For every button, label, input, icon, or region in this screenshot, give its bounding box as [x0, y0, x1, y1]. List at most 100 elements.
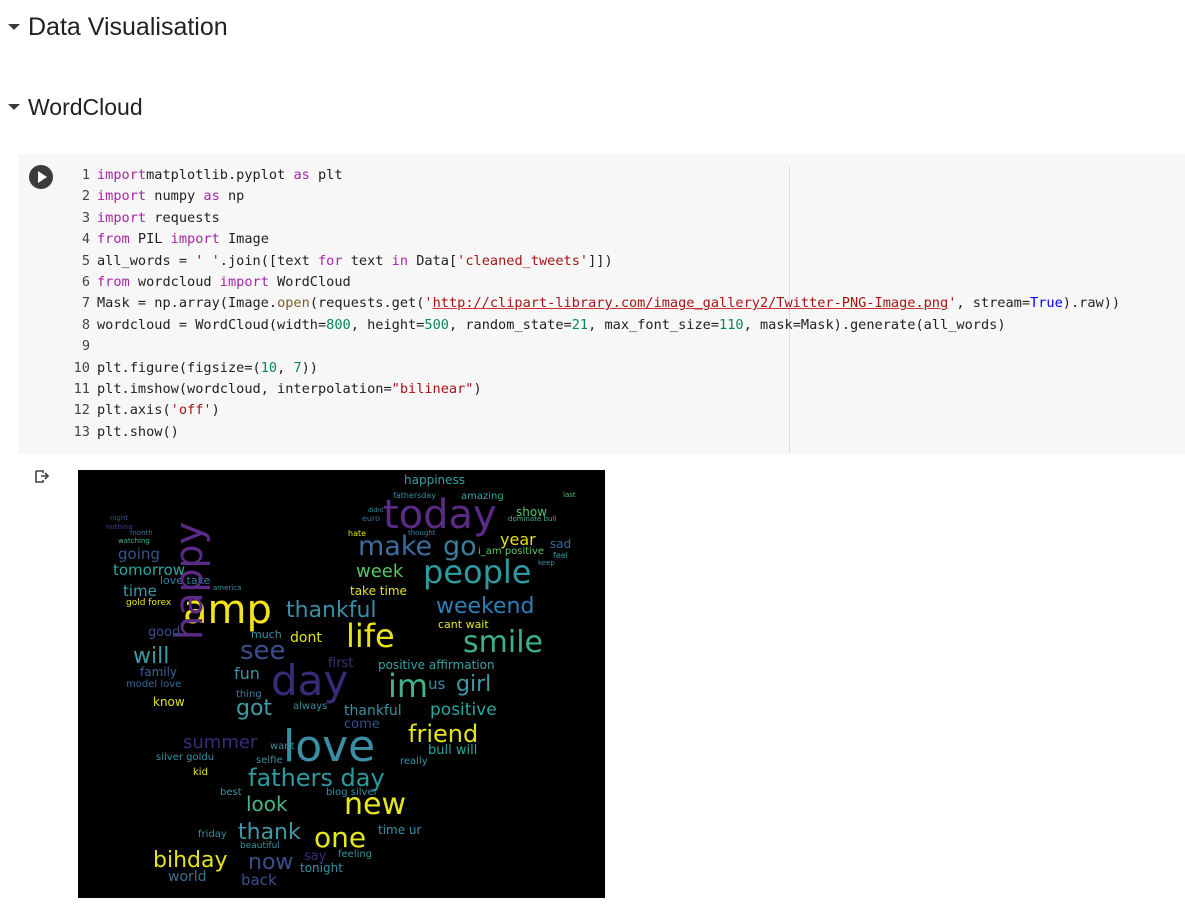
run-cell-button[interactable] — [29, 165, 53, 189]
code-token: 110 — [719, 316, 744, 333]
code-token: all_words = — [97, 252, 196, 269]
code-token: open — [277, 295, 310, 312]
code-token: as — [203, 188, 220, 205]
code-token: plt.show() — [97, 423, 179, 440]
wordcloud-word: want — [270, 741, 295, 752]
wordcloud-word: one — [314, 821, 367, 854]
code-token: import — [97, 209, 147, 226]
code-editor[interactable]: 1 importmatplotlib.pyplot as plt 2 import n… — [70, 165, 1120, 443]
code-line[interactable]: 12 plt.axis('off') — [70, 400, 1120, 421]
wordcloud-word: gold forex — [126, 598, 172, 608]
wordcloud-word: day — [271, 656, 349, 705]
section-header-data-visualisation[interactable]: Data Visualisation — [0, 12, 228, 42]
code-token: from — [97, 231, 130, 248]
code-token: text — [342, 252, 392, 269]
section-header-wordcloud[interactable]: WordCloud — [0, 92, 143, 122]
line-number: 2 — [81, 188, 90, 205]
code-token: 7 — [293, 359, 302, 376]
wordcloud-word: happy — [167, 521, 211, 640]
wordcloud-word: best — [220, 787, 242, 798]
wordcloud-word: got — [236, 696, 273, 721]
wordcloud-word: good — [148, 625, 181, 640]
code-line[interactable]: 3 import requests — [70, 208, 1120, 229]
code-token: ' ' — [195, 252, 220, 269]
wordcloud-word: month — [130, 529, 153, 537]
code-token: 'off' — [170, 402, 212, 419]
wordcloud-word: make — [358, 531, 433, 562]
line-number: 11 — [73, 381, 90, 398]
wordcloud-word: always — [293, 701, 328, 712]
line-number: 10 — [73, 359, 90, 376]
code-line[interactable]: 8 wordcloud = WordCloud(width=800, height… — [70, 315, 1120, 336]
code-line[interactable]: 6 from wordcloud import WordCloud — [70, 272, 1120, 293]
code-token: , stream= — [956, 295, 1031, 312]
wordcloud-word: positive — [430, 700, 497, 720]
wordcloud-word: time — [123, 582, 157, 600]
line-number: 7 — [81, 295, 90, 312]
code-line[interactable]: 13 plt.show() — [70, 422, 1120, 443]
wordcloud-word: going — [118, 545, 160, 563]
code-token: np — [219, 188, 245, 205]
wordcloud-word: night — [110, 514, 129, 522]
code-line[interactable]: 1 importmatplotlib.pyplot as plt — [70, 165, 1120, 186]
code-line[interactable]: 2 import numpy as np — [70, 186, 1120, 207]
line-number: 6 — [81, 274, 90, 291]
collapse-caret-icon[interactable] — [0, 24, 28, 30]
wordcloud-word: fun — [234, 664, 260, 683]
wordcloud-word: im — [388, 667, 429, 705]
code-token: .join([text — [219, 252, 318, 269]
output-redirect-icon[interactable] — [34, 468, 50, 484]
code-line[interactable]: 10 plt.figure(figsize=(10, 7)) — [70, 358, 1120, 379]
wordcloud-word: dominate bull — [508, 515, 557, 523]
code-token: ' — [424, 295, 433, 312]
wordcloud-word: us — [428, 675, 446, 693]
line-number: 8 — [81, 316, 90, 333]
code-token: import — [170, 231, 220, 248]
code-line[interactable]: 9 — [70, 336, 1120, 357]
wordcloud-word: world — [168, 869, 207, 885]
wordcloud-word: thankful — [344, 703, 402, 719]
code-token: (requests.get( — [309, 295, 425, 312]
code-token: ).raw)) — [1062, 295, 1121, 312]
code-token: numpy — [146, 188, 204, 205]
wordcloud-word: back — [241, 871, 277, 889]
section-title: WordCloud — [28, 93, 143, 120]
wordcloud-word: know — [153, 695, 185, 709]
wordcloud-image: happiness fathersday amazing last today show d… — [78, 470, 605, 898]
line-number: 9 — [81, 338, 90, 355]
code-token: "bilinear" — [391, 381, 474, 398]
wordcloud-word: watching — [118, 537, 150, 545]
wordcloud-word: sad — [550, 537, 572, 551]
collapse-caret-icon[interactable] — [0, 104, 28, 110]
code-token: import — [97, 188, 147, 205]
code-token: requests — [146, 209, 220, 226]
wordcloud-word: feeling — [338, 849, 373, 860]
code-token: as — [293, 167, 310, 183]
wordcloud-word: kid — [193, 767, 208, 778]
play-icon — [38, 171, 47, 183]
code-token: 'cleaned_tweets' — [457, 252, 589, 269]
code-token: Data[ — [408, 252, 458, 269]
wordcloud-word: model love — [126, 679, 182, 690]
line-number: 12 — [73, 402, 90, 419]
code-token: 500 — [424, 316, 449, 333]
code-token: from — [97, 274, 130, 291]
wordcloud-word: tonight — [300, 861, 343, 875]
section-title: Data Visualisation — [28, 12, 228, 41]
code-line[interactable]: 11 plt.imshow(wordcloud, interpolation="b… — [70, 379, 1120, 400]
code-line[interactable]: 5 all_words = ' '.join([text for text in … — [70, 251, 1120, 272]
code-token: , — [277, 359, 294, 376]
code-token: , random_state= — [448, 316, 572, 333]
code-token: Mask = np.array(Image. — [97, 295, 278, 312]
code-line[interactable]: 4 from PIL import Image — [70, 229, 1120, 250]
wordcloud-word: week — [356, 561, 404, 582]
wordcloud-word: love — [283, 721, 376, 772]
line-number: 1 — [81, 167, 90, 183]
wordcloud-word: bull will — [428, 743, 478, 758]
line-number: 5 — [81, 252, 90, 269]
code-token: True — [1030, 295, 1063, 312]
wordcloud-word: friday — [198, 829, 227, 840]
code-line[interactable]: 7 Mask = np.array(Image.open(requests.get… — [70, 293, 1120, 314]
code-token: , height= — [350, 316, 425, 333]
code-token: 21 — [571, 316, 589, 333]
